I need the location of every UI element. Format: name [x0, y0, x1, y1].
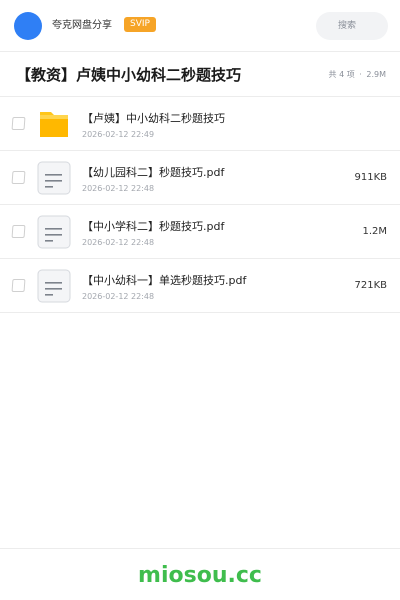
file-date: 2026-02-12 22:49	[82, 130, 155, 139]
footer: miosou.cc	[0, 548, 400, 600]
file-date: 2026-02-12 22:48	[82, 292, 155, 301]
top-bar: 夸克网盘分享 SVIP 搜索	[0, 0, 400, 52]
file-size: 721KB	[354, 280, 387, 291]
document-icon	[37, 215, 71, 249]
page-title: 【教资】卢姨中小幼科二秒题技巧	[16, 66, 242, 84]
file-date: 2026-02-12 22:48	[82, 238, 155, 247]
row-checkbox[interactable]	[11, 171, 26, 184]
site-watermark: miosou.cc	[138, 563, 262, 588]
file-name[interactable]: 【中小学科二】秒题技巧.pdf	[82, 219, 224, 235]
file-size: 911KB	[354, 172, 387, 183]
row-checkbox[interactable]	[11, 225, 26, 238]
document-icon	[37, 269, 71, 303]
file-list: 【卢姨】中小幼科二秒题技巧 2026-02-12 22:49 【幼儿园科二】秒题…	[0, 97, 400, 313]
search-input[interactable]: 搜索	[316, 12, 388, 40]
file-name[interactable]: 【幼儿园科二】秒题技巧.pdf	[82, 165, 224, 181]
svip-badge: SVIP	[124, 17, 156, 32]
folder-summary: 共 4 项 · 2.9M	[328, 69, 387, 81]
document-icon	[37, 161, 71, 195]
row-checkbox[interactable]	[11, 279, 26, 292]
summary-separator: ·	[359, 70, 362, 79]
file-name[interactable]: 【中小幼科一】单选秒题技巧.pdf	[82, 273, 246, 289]
total-size: 2.9M	[366, 70, 386, 79]
file-size: 1.2M	[362, 226, 387, 237]
file-row-pdf[interactable]: 【中小幼科一】单选秒题技巧.pdf 2026-02-12 22:48 721KB	[0, 259, 400, 313]
file-name[interactable]: 【卢姨】中小幼科二秒题技巧	[82, 111, 225, 127]
file-row-folder[interactable]: 【卢姨】中小幼科二秒题技巧 2026-02-12 22:49	[0, 97, 400, 151]
search-placeholder: 搜索	[338, 21, 357, 31]
sharer-name: 夸克网盘分享	[52, 20, 112, 31]
folder-icon	[40, 112, 68, 137]
row-checkbox[interactable]	[11, 117, 26, 130]
file-row-pdf[interactable]: 【幼儿园科二】秒题技巧.pdf 2026-02-12 22:48 911KB	[0, 151, 400, 205]
file-row-pdf[interactable]: 【中小学科二】秒题技巧.pdf 2026-02-12 22:48 1.2M	[0, 205, 400, 259]
item-count: 共 4 项	[328, 70, 355, 79]
avatar[interactable]	[14, 12, 42, 40]
folder-header: 【教资】卢姨中小幼科二秒题技巧 共 4 项 · 2.9M	[0, 52, 400, 97]
file-date: 2026-02-12 22:48	[82, 184, 155, 193]
